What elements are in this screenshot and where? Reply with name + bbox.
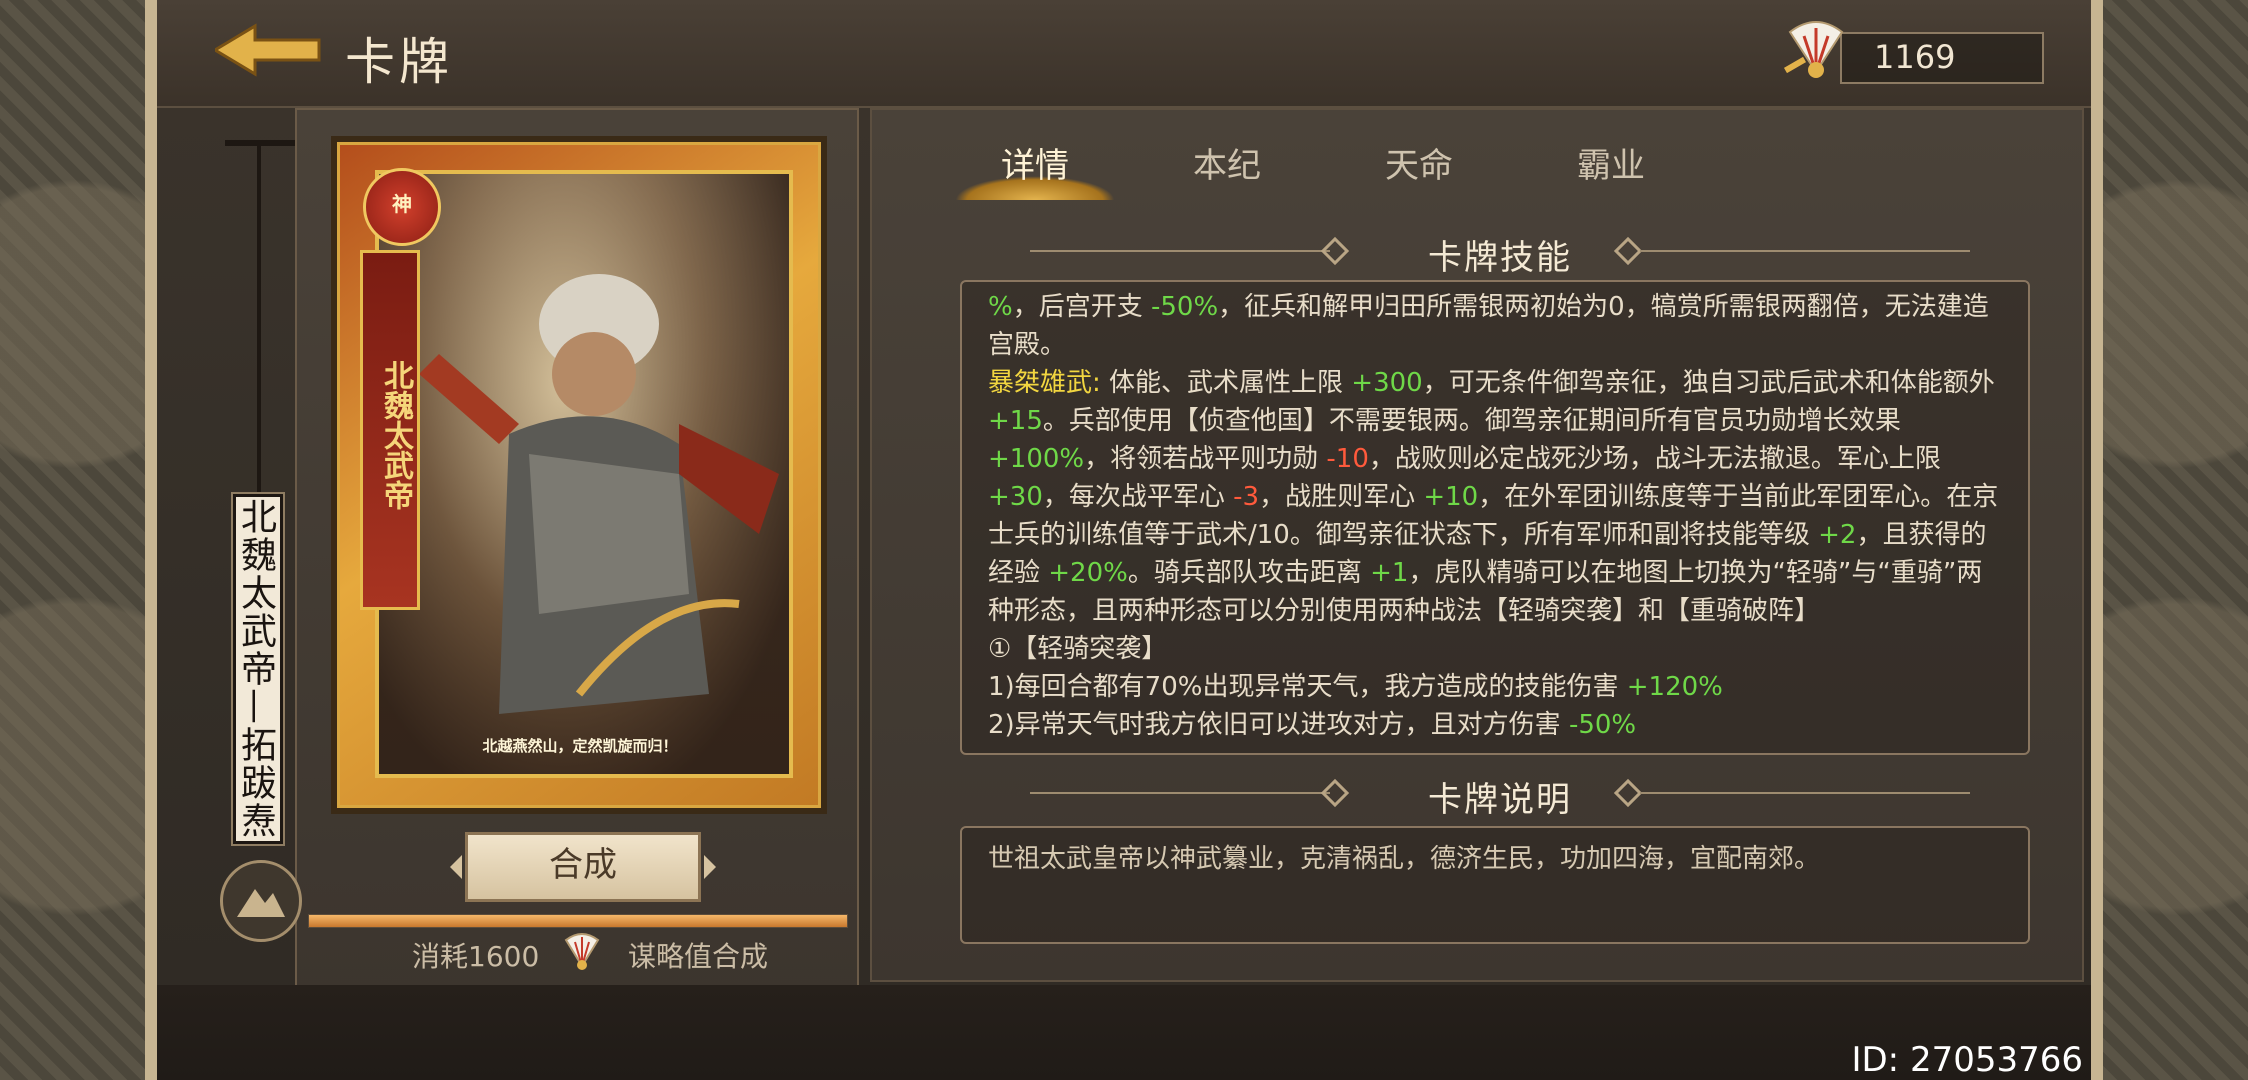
skill-value: -3 xyxy=(1233,482,1260,512)
right-border-pattern xyxy=(2091,0,2248,1080)
progress-fill xyxy=(309,915,847,927)
skill-value: +300 xyxy=(1351,368,1423,398)
currency-box: 1169 xyxy=(1840,32,2044,84)
skill-text-segment: ，后宫开支 xyxy=(1012,292,1151,322)
cost-label: 消耗1600 xyxy=(412,940,540,973)
scroll-pole xyxy=(257,140,261,495)
description-text: 世祖太武皇帝以神武纂业，克清祸乱，德济生民，功加四海，宜配南郊。 xyxy=(988,844,1821,874)
tab-details[interactable]: 详情 xyxy=(960,140,1110,206)
skill-value: -50% xyxy=(1150,292,1219,322)
skill-name: 暴桀雄武: xyxy=(988,368,1101,398)
tab-destiny[interactable]: 天命 xyxy=(1344,140,1494,206)
mountain-glyph-icon xyxy=(237,889,285,917)
skill-value: +15 xyxy=(988,406,1043,436)
skill-text-segment: ，将领若战平则功勋 xyxy=(1084,444,1327,474)
divider-line xyxy=(1030,792,1330,794)
skills-text: %，后宫开支 -50%，征兵和解甲归田所需银两初始为0，犒赏所需银两翻倍，无法建… xyxy=(988,288,2002,744)
description-text-box: 世祖太武皇帝以神武纂业，克清祸乱，德济生民，功加四海，宜配南郊。 xyxy=(960,826,2030,944)
tab-hegemony[interactable]: 霸业 xyxy=(1536,140,1686,206)
skill-text-segment: 。兵部使用【侦查他国】不需要银两。御驾亲征期间所有官员功勋增长效果 xyxy=(1042,406,1901,436)
synthesis-progress-bar xyxy=(308,914,848,928)
back-arrow-button[interactable] xyxy=(212,22,325,78)
skill-text-segment: ，战败则必定战死沙场，战斗无法撤退。军心上限 xyxy=(1368,444,1941,474)
tab-biography[interactable]: 本纪 xyxy=(1152,140,1302,206)
skill-value: % xyxy=(988,292,1013,322)
player-id: ID: 27053766 xyxy=(1851,1040,2083,1080)
card-rarity-badge: 神 xyxy=(363,168,441,246)
card-quote: 北越燕然山，定然凯旋而归！ xyxy=(482,737,678,755)
feather-fan-icon xyxy=(1783,21,1844,78)
mountain-icon[interactable] xyxy=(220,860,302,942)
skills-text-box[interactable]: %，后宫开支 -50%，征兵和解甲归田所需银两初始为0，犒赏所需银两翻倍，无法建… xyxy=(960,280,2030,755)
divider-line xyxy=(1030,250,1330,252)
divider-line xyxy=(1640,792,1970,794)
currency-value: 1169 xyxy=(1874,38,1956,76)
skill-value: +100% xyxy=(988,444,1085,474)
page-title: 卡牌 xyxy=(345,33,453,91)
card-title-banner: 北魏太武帝 xyxy=(360,250,420,610)
footer-bar xyxy=(157,985,2091,1080)
skill-text-segment: 。骑兵部队攻击距离 xyxy=(1127,558,1371,588)
general-figure-illustration xyxy=(419,274,779,714)
skill-text-segment: ，可无条件御驾亲征，独自习武后武术和体能额外 xyxy=(1422,368,1995,398)
card-portrait xyxy=(375,170,793,778)
skill-value: +10 xyxy=(1423,482,1479,512)
synthesize-button[interactable]: 合成 xyxy=(450,832,716,902)
skill-text-segment: 1)每回合都有70%出现异常天气，我方造成的技能伤害 xyxy=(988,672,1627,702)
divider-line xyxy=(1640,250,1970,252)
skill-value: +120% xyxy=(1626,672,1723,702)
skill-value: +2 xyxy=(1818,520,1857,550)
skill-text-segment: ，战胜则军心 xyxy=(1259,482,1424,512)
skill-subheading: ①【轻骑突袭】 xyxy=(988,634,1168,664)
skill-value: -10 xyxy=(1326,444,1369,474)
skill-value: +1 xyxy=(1370,558,1409,588)
cost-suffix-label: 谋略值合成 xyxy=(628,940,769,973)
skills-section-title: 卡牌技能 xyxy=(1428,238,1572,278)
skill-value: -50% xyxy=(1568,710,1637,740)
left-border-pattern xyxy=(0,0,157,1080)
description-section-title: 卡牌说明 xyxy=(1428,780,1572,820)
skill-text-segment: 2)异常天气时我方依旧可以进攻对方，且对方伤害 xyxy=(988,710,1569,740)
skill-value: +20% xyxy=(1048,558,1128,588)
arrow-left-icon xyxy=(212,23,321,77)
currency-display: 1169 xyxy=(1780,12,2050,84)
skill-value: +30 xyxy=(988,482,1043,512)
skill-text-segment: ，每次战平军心 xyxy=(1042,482,1234,512)
skill-text-segment: 体能、武术属性上限 xyxy=(1100,368,1352,398)
card-name-scroll: 北魏太武帝—拓跋焘 xyxy=(231,492,285,846)
feather-fan-icon xyxy=(564,933,600,970)
